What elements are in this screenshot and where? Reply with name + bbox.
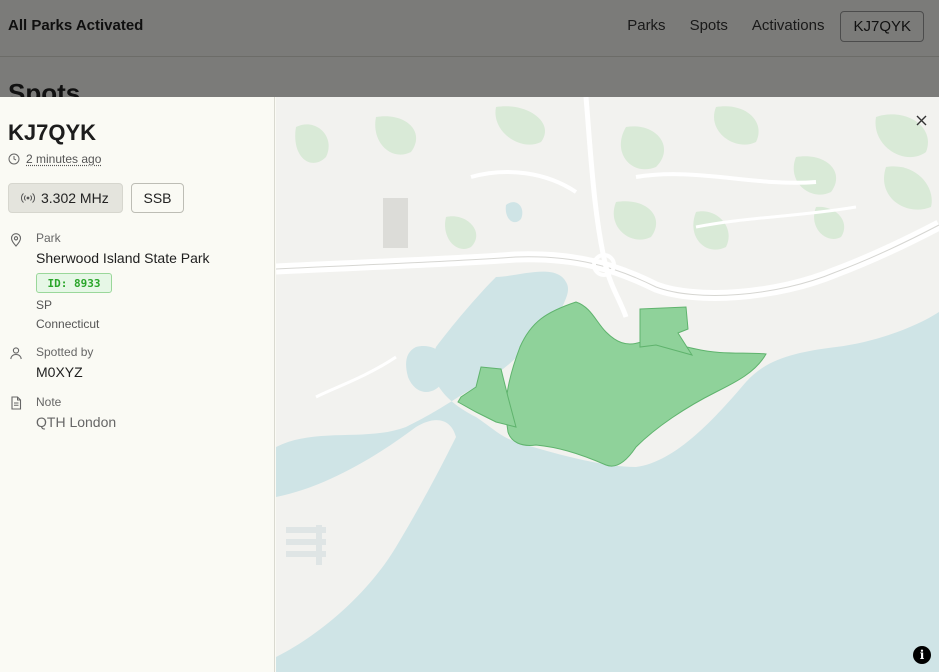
spotter-callsign[interactable]: M0XYZ — [36, 364, 83, 380]
spot-callsign: KJ7QYK — [8, 120, 97, 145]
note-label: Note — [36, 395, 62, 409]
park-id-badge: ID: 8933 — [36, 273, 112, 293]
close-icon — [916, 115, 926, 125]
mode-badge[interactable]: SSB — [131, 183, 184, 213]
park-label: Park — [36, 231, 61, 245]
park-state: Connecticut — [36, 317, 100, 331]
spot-detail-modal: KJ7QYK 2 minutes ago 3.302 MHz SSB Park … — [0, 97, 939, 672]
map-pin-icon — [10, 233, 22, 247]
user-icon — [10, 347, 22, 360]
park-type: SP — [36, 298, 53, 312]
clock-icon — [8, 153, 20, 165]
spot-time-row: 2 minutes ago — [8, 152, 101, 166]
spot-time-ago[interactable]: 2 minutes ago — [26, 152, 101, 166]
spotter-label: Spotted by — [36, 345, 94, 359]
map-canvas[interactable] — [276, 97, 939, 672]
info-icon[interactable]: i — [913, 646, 931, 664]
park-map[interactable]: i — [276, 97, 939, 672]
frequency-value: 3.302 MHz — [41, 190, 109, 206]
note-text: QTH London — [36, 414, 117, 430]
broadcast-icon — [21, 193, 35, 203]
spot-detail-panel: KJ7QYK 2 minutes ago 3.302 MHz SSB Park … — [0, 97, 275, 672]
document-icon — [11, 396, 22, 410]
park-name[interactable]: Sherwood Island State Park — [36, 250, 210, 266]
frequency-badge[interactable]: 3.302 MHz — [8, 183, 123, 213]
close-button[interactable] — [913, 112, 929, 128]
